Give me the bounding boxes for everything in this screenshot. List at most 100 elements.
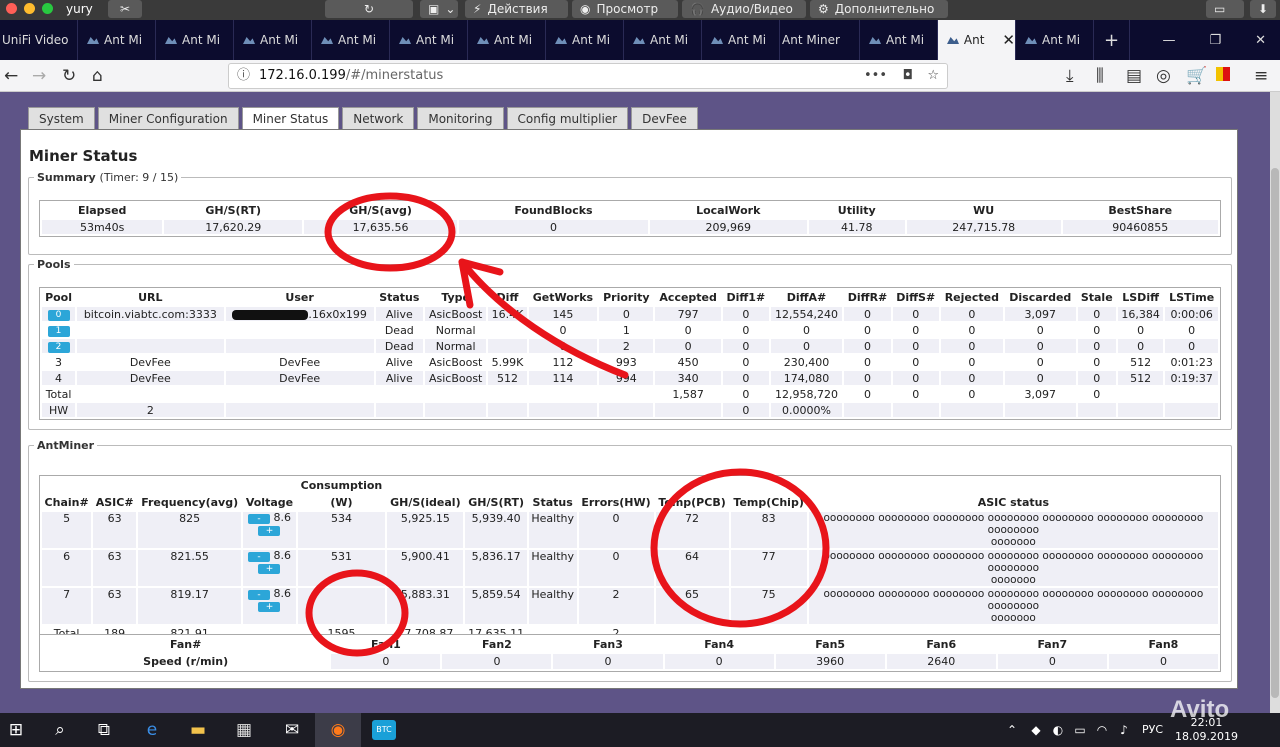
tab-devfee[interactable]: DevFee <box>631 107 698 130</box>
media-menu[interactable]: 🎧 Аудио/Видео <box>682 0 806 18</box>
pool-id-cell: 4 <box>42 371 76 385</box>
window-button[interactable]: ▭ <box>1206 0 1244 18</box>
file-explorer-icon[interactable]: ▬ <box>186 718 210 742</box>
pool-stale-cell <box>1077 403 1116 417</box>
home-icon[interactable]: ⌂ <box>92 66 103 86</box>
view-menu[interactable]: ◉ Просмотр <box>572 0 678 18</box>
voltage-decrease-button[interactable]: - <box>247 514 270 524</box>
language-indicator[interactable]: РУС <box>1142 723 1163 736</box>
pool-edit-button[interactable]: 1 <box>47 326 70 337</box>
edge-icon[interactable]: e <box>140 718 164 742</box>
browser-tab[interactable]: Ant Mi <box>1016 20 1094 60</box>
download-button[interactable]: ⬇ <box>1250 0 1276 18</box>
close-window-dot[interactable] <box>6 3 17 14</box>
summary-header: FoundBlocks <box>514 204 593 217</box>
firefox-icon[interactable]: ◉ <box>326 718 350 742</box>
browser-tab[interactable]: Ant Mi <box>234 20 312 60</box>
voltage-increase-button[interactable]: + <box>258 602 281 612</box>
pool-user-cell: DevFee <box>225 355 374 369</box>
tools-button[interactable]: ✂ <box>108 0 142 18</box>
forward-icon[interactable]: → <box>32 66 46 86</box>
btc-app-icon[interactable]: BTC <box>372 720 396 740</box>
fan-header: Fan# <box>169 638 202 651</box>
bookmark-star-icon[interactable]: ☆ <box>927 64 939 88</box>
tray-chevron-icon[interactable]: ⌃ <box>1000 718 1024 742</box>
pool-diffs-cell: 0 <box>892 307 939 321</box>
scrollbar-thumb[interactable] <box>1271 168 1279 698</box>
mail-icon[interactable]: ✉ <box>280 718 304 742</box>
close-tab-icon[interactable]: ✕ <box>1002 31 1015 49</box>
task-view-icon[interactable]: ⧉ <box>92 718 116 742</box>
reload-icon[interactable]: ↻ <box>62 66 76 86</box>
back-icon[interactable]: ← <box>4 66 18 86</box>
chain-chip-cell: 75 <box>730 588 807 624</box>
voltage-decrease-button[interactable]: - <box>247 552 270 562</box>
browser-tab-label: Ant Mi <box>886 33 925 47</box>
close-icon[interactable]: ✕ <box>1255 33 1266 48</box>
page-scrollbar[interactable] <box>1270 92 1280 713</box>
pool-edit-button[interactable]: 2 <box>47 342 70 353</box>
tab-network[interactable]: Network <box>342 107 415 130</box>
chain-header-top <box>529 478 577 493</box>
volume-icon[interactable]: ♪ <box>1112 718 1136 742</box>
browser-tab[interactable]: Ant Mi <box>702 20 780 60</box>
voltage-increase-button[interactable]: + <box>258 564 281 574</box>
pool-diff-cell <box>488 323 527 337</box>
pool-edit-button[interactable]: 0 <box>47 310 70 321</box>
pools-header: User <box>285 291 314 304</box>
browser-tab[interactable]: Ant ✕ <box>938 20 1016 60</box>
browser-tab[interactable]: Ant Mi <box>468 20 546 60</box>
browser-tab[interactable]: Ant Mi <box>390 20 468 60</box>
pool-user-suffix: .16x0x199 <box>308 307 367 321</box>
tab-config-multiplier[interactable]: Config multiplier <box>506 107 629 130</box>
chain-asic-cell: 63 <box>93 512 137 548</box>
browser-tab[interactable]: Ant Mi <box>860 20 938 60</box>
maximize-window-dot[interactable] <box>42 3 53 14</box>
minimize-icon[interactable]: — <box>1162 33 1175 48</box>
new-tab-button[interactable]: + <box>1094 20 1130 60</box>
miner-favicon-icon <box>476 35 490 45</box>
store-icon[interactable]: ▦ <box>232 718 256 742</box>
downloads-icon[interactable]: ⤓ <box>1066 66 1074 86</box>
browser-tab[interactable]: Ant Miner <box>780 20 860 60</box>
menu-icon[interactable]: ≡ <box>1254 66 1268 86</box>
tab-miner-configuration[interactable]: Miner Configuration <box>97 107 239 130</box>
tab-monitoring[interactable]: Monitoring <box>417 107 504 130</box>
browser-tab[interactable]: Ant Mi <box>156 20 234 60</box>
address-bar[interactable]: ⓘ 172.16.0.199/#/minerstatus ••• ◘ ☆ <box>228 63 948 89</box>
voltage-increase-button[interactable]: + <box>258 526 281 536</box>
page-actions-icon[interactable]: ••• <box>864 64 887 88</box>
window-icon: ▭ <box>1214 2 1226 16</box>
restore-icon[interactable]: ❐ <box>1209 33 1221 48</box>
voltage-decrease-button[interactable]: - <box>247 590 270 600</box>
tray-skype-icon[interactable]: ◐ <box>1046 718 1070 742</box>
windows-start-icon[interactable]: ⊞ <box>4 718 28 742</box>
search-icon[interactable]: ⌕ <box>48 718 72 742</box>
flag-icon[interactable] <box>1216 66 1230 86</box>
sidebar-icon[interactable]: ▤ <box>1126 66 1142 86</box>
wifi-icon[interactable]: ◠ <box>1090 718 1114 742</box>
pocket-icon[interactable]: ◘ <box>903 64 913 88</box>
clipboard-button[interactable]: ▣ ⌄ <box>420 0 458 18</box>
cart-icon[interactable]: 🛒 <box>1186 66 1207 86</box>
pools-header-row: Pool URL User Status Type Diff GetWorks Priorit… <box>42 290 1218 305</box>
tab-miner-status[interactable]: Miner Status <box>241 107 340 131</box>
tray-app-icon[interactable]: ◆ <box>1024 718 1048 742</box>
browser-tab[interactable]: Ant Mi <box>78 20 156 60</box>
library-icon[interactable]: ⫼ <box>1096 66 1104 86</box>
chain-chain-cell: 6 <box>42 550 92 586</box>
summary-value: 41.78 <box>808 220 905 234</box>
tab-system[interactable]: System <box>28 107 95 130</box>
refresh-session-button[interactable]: ↻ <box>325 0 413 18</box>
browser-tab[interactable]: Ant Mi <box>624 20 702 60</box>
minimize-window-dot[interactable] <box>24 3 35 14</box>
browser-tab[interactable]: Ant Mi <box>312 20 390 60</box>
browser-tab[interactable]: Ant Mi <box>546 20 624 60</box>
extension-icon[interactable]: ◎ <box>1156 66 1171 86</box>
pool-accepted-cell: 450 <box>655 355 722 369</box>
network-icon[interactable]: ▭ <box>1068 718 1092 742</box>
actions-menu[interactable]: ⚡ Действия <box>465 0 568 18</box>
asic-status-text-2: ooooooo <box>990 574 1036 586</box>
browser-tab[interactable]: UniFi Video <box>0 20 78 60</box>
more-menu[interactable]: ⚙ Дополнительно <box>810 0 948 18</box>
